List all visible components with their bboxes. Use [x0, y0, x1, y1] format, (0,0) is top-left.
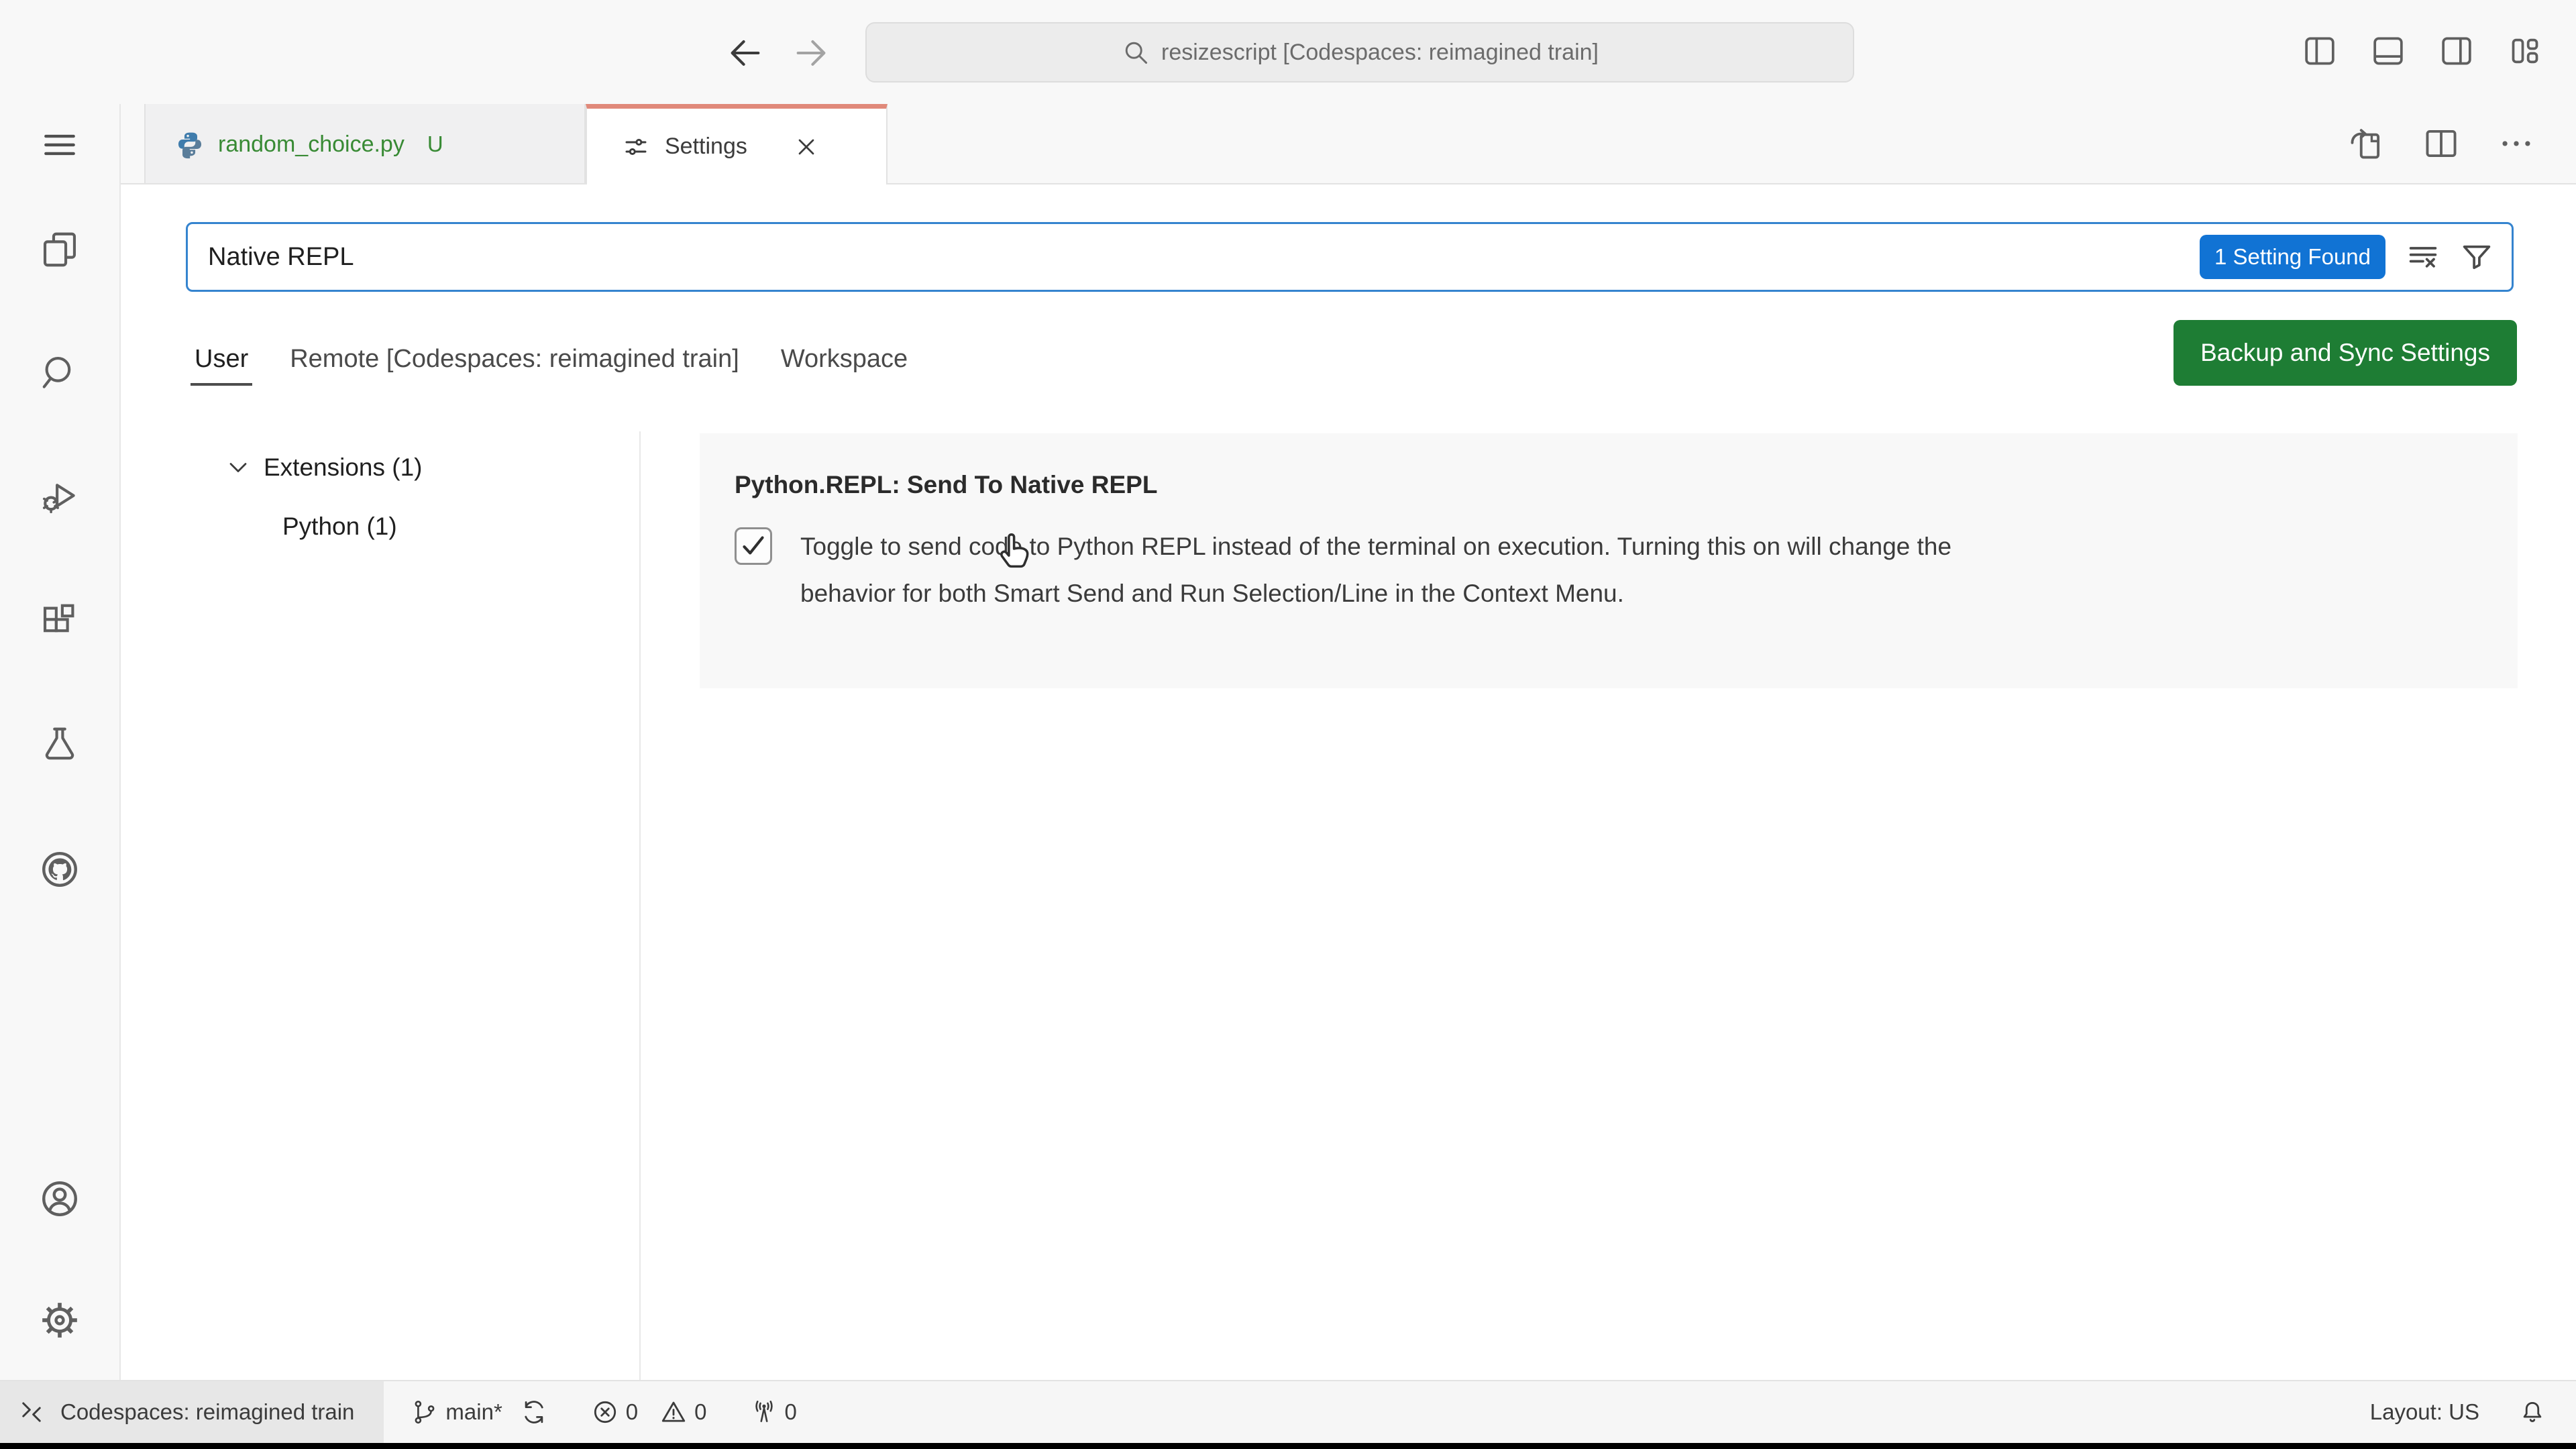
remote-indicator-icon — [17, 1398, 46, 1426]
command-center-label: resizescript [Codespaces: reimagined tra… — [1161, 39, 1599, 65]
tab-label: random_choice.py — [218, 131, 405, 157]
command-center[interactable]: resizescript [Codespaces: reimagined tra… — [865, 22, 1854, 83]
search-view-icon[interactable] — [39, 352, 80, 394]
git-branch-label: main* — [445, 1399, 502, 1424]
split-editor-icon[interactable] — [2422, 124, 2461, 163]
setting-checkbox[interactable] — [735, 527, 772, 565]
keyboard-layout-label: Layout: US — [2369, 1399, 2479, 1424]
error-icon — [591, 1398, 619, 1426]
settings-search-box: 1 Setting Found — [186, 222, 2514, 292]
keyboard-layout-status[interactable]: Layout: US — [2370, 1399, 2479, 1425]
screen-bottom-strip — [0, 1443, 2576, 1449]
tab-settings[interactable]: Settings — [586, 104, 888, 184]
sync-icon — [520, 1398, 548, 1426]
bell-icon — [2518, 1398, 2546, 1426]
search-icon — [1121, 38, 1150, 67]
toc-item-python[interactable]: Python (1) — [186, 497, 635, 556]
setting-send-to-native-repl: Python.REPL: Send To Native REPL Toggle … — [700, 433, 2518, 688]
remote-indicator[interactable]: Codespaces: reimagined train — [0, 1381, 384, 1443]
toggle-panel-icon[interactable] — [2369, 32, 2407, 70]
settings-search-input[interactable] — [188, 226, 2200, 288]
settings-editor: 1 Setting Found User Remote [Codespaces:… — [121, 184, 2576, 1380]
git-status-badge: U — [427, 131, 443, 156]
account-icon[interactable] — [39, 1178, 80, 1220]
remote-indicator-label: Codespaces: reimagined train — [60, 1399, 355, 1424]
mouse-cursor — [995, 529, 1039, 573]
filter-icon[interactable] — [2459, 239, 2494, 274]
activity-bar — [0, 104, 121, 1380]
explorer-icon[interactable] — [39, 229, 80, 270]
open-settings-json-icon[interactable] — [2347, 124, 2385, 163]
back-icon[interactable] — [726, 34, 765, 72]
tab-label: Settings — [665, 133, 747, 159]
run-debug-icon[interactable] — [39, 476, 80, 517]
testing-icon[interactable] — [39, 724, 80, 765]
ports-icon — [750, 1398, 778, 1426]
problems-status[interactable]: 0 0 — [591, 1398, 707, 1426]
warning-count: 0 — [694, 1399, 707, 1424]
github-icon[interactable] — [39, 849, 80, 890]
forward-icon[interactable] — [792, 34, 830, 72]
settings-sliders-icon — [622, 133, 650, 161]
more-actions-icon[interactable] — [2497, 124, 2536, 163]
sync-changes[interactable] — [520, 1398, 548, 1426]
warning-icon — [659, 1398, 688, 1426]
status-bar: Codespaces: reimagined train main* 0 0 0… — [0, 1380, 2576, 1443]
toc-item-label: Python (1) — [282, 513, 397, 540]
chevron-down-icon — [223, 453, 253, 482]
settings-scope-tabs: User Remote [Codespaces: reimagined trai… — [190, 333, 908, 386]
close-icon[interactable] — [793, 133, 820, 160]
git-branch-status[interactable]: main* — [411, 1398, 502, 1426]
settings-gear-icon[interactable] — [39, 1299, 80, 1341]
editor-tab-bar: random_choice.py U Settings — [121, 104, 2576, 184]
git-branch-icon — [411, 1398, 439, 1426]
ports-count: 0 — [784, 1399, 797, 1424]
error-count: 0 — [625, 1399, 639, 1424]
clear-filters-icon[interactable] — [2406, 239, 2440, 274]
scope-tab-workspace[interactable]: Workspace — [781, 345, 908, 374]
settings-toc: Extensions (1) Python (1) — [186, 438, 635, 556]
tab-random-choice-py[interactable]: random_choice.py U — [144, 104, 586, 184]
customize-layout-icon[interactable] — [2506, 32, 2544, 70]
menu-icon[interactable] — [39, 124, 80, 166]
toc-item-label: Extensions (1) — [264, 453, 423, 481]
ports-status[interactable]: 0 — [750, 1398, 797, 1426]
extensions-icon[interactable] — [39, 600, 80, 642]
scope-tab-remote[interactable]: Remote [Codespaces: reimagined train] — [290, 345, 739, 374]
setting-description-line: behavior for both Smart Send and Run Sel… — [800, 580, 1624, 607]
scope-tab-user[interactable]: User — [190, 345, 253, 386]
backup-and-sync-button[interactable]: Backup and Sync Settings — [2174, 320, 2517, 386]
results-count-badge: 1 Setting Found — [2200, 235, 2385, 279]
setting-title: Python.REPL: Send To Native REPL — [735, 471, 1158, 498]
toc-separator — [639, 431, 641, 1380]
python-icon — [175, 129, 205, 159]
title-bar: resizescript [Codespaces: reimagined tra… — [0, 0, 2576, 104]
toggle-sidebar-icon[interactable] — [2301, 32, 2339, 70]
toc-item-extensions[interactable]: Extensions (1) — [186, 438, 635, 497]
notifications-button[interactable] — [2518, 1398, 2546, 1426]
toggle-secondary-sidebar-icon[interactable] — [2438, 32, 2475, 70]
